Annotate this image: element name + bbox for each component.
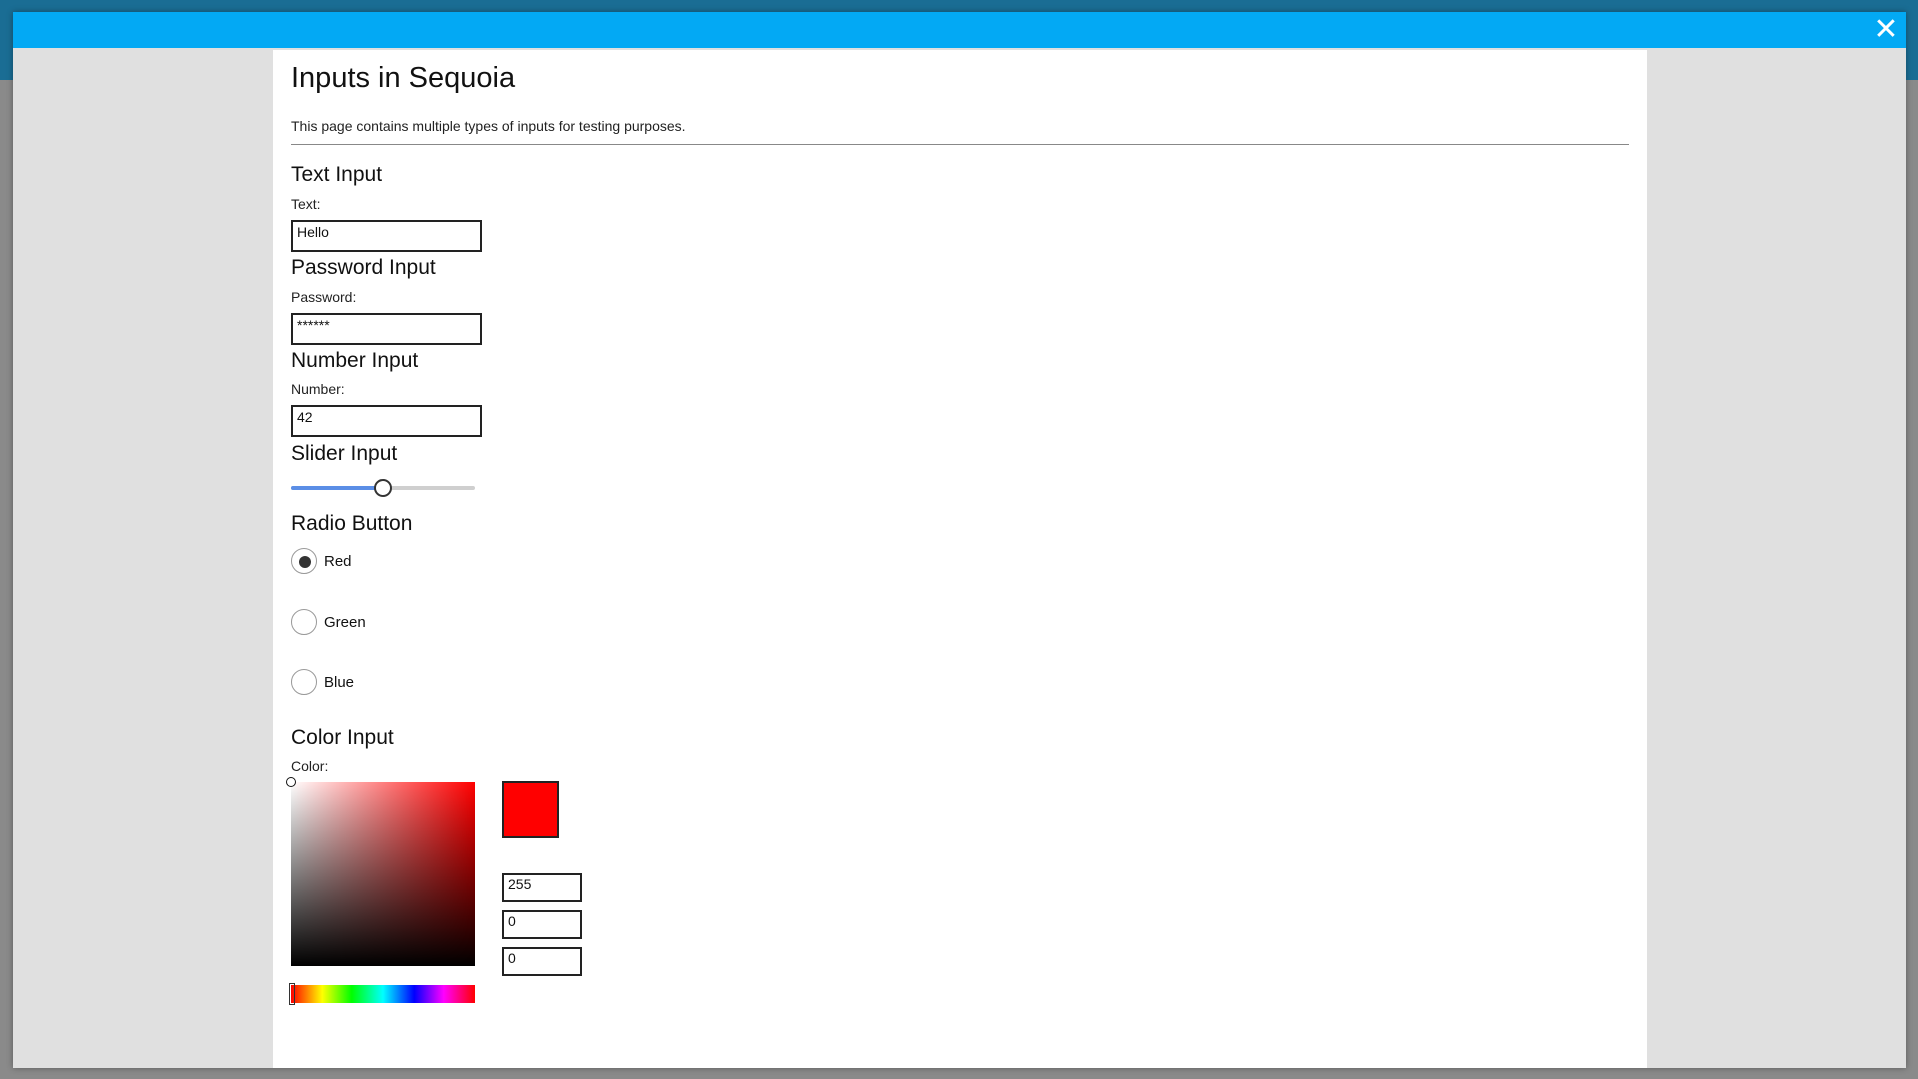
- slider-fill: [291, 486, 383, 490]
- page-title: Inputs in Sequoia: [291, 62, 516, 94]
- color-swatch: [502, 781, 559, 838]
- radio-button-heading: Radio Button: [291, 512, 413, 535]
- color-input-heading: Color Input: [291, 726, 394, 749]
- slider[interactable]: [291, 478, 475, 498]
- password-label: Password:: [291, 289, 357, 305]
- blue-value-field[interactable]: 0: [502, 947, 582, 976]
- text-field[interactable]: Hello: [291, 220, 482, 252]
- hue-slider-handle[interactable]: [289, 983, 295, 1005]
- radio-label-blue[interactable]: Blue: [324, 674, 354, 691]
- hue-slider[interactable]: [289, 983, 475, 1005]
- color-saturation-value-picker[interactable]: [286, 777, 475, 966]
- number-input-heading: Number Input: [291, 349, 419, 372]
- color-picker-handle[interactable]: [286, 777, 296, 787]
- slider-input-heading: Slider Input: [291, 442, 398, 465]
- green-value-field[interactable]: 0: [502, 910, 582, 939]
- divider: [291, 144, 1629, 145]
- radio-label-green[interactable]: Green: [324, 614, 366, 631]
- text-input-heading: Text Input: [291, 163, 383, 186]
- radio-selected-dot: [299, 556, 311, 568]
- page-description: This page contains multiple types of inp…: [291, 118, 686, 134]
- number-field[interactable]: 42: [291, 405, 482, 437]
- close-icon[interactable]: ✕: [1872, 15, 1900, 45]
- radio-circle[interactable]: [291, 669, 317, 695]
- slider-thumb[interactable]: [374, 479, 392, 497]
- number-label: Number:: [291, 381, 345, 397]
- radio-label-red[interactable]: Red: [324, 553, 352, 570]
- red-value-field[interactable]: 255: [502, 873, 582, 902]
- page-container: Inputs in Sequoia This page contains mul…: [273, 50, 1647, 1068]
- modal-header: ✕: [13, 12, 1906, 48]
- color-label: Color:: [291, 758, 329, 774]
- radio-circle[interactable]: [291, 609, 317, 635]
- password-field[interactable]: ******: [291, 313, 482, 345]
- password-input-heading: Password Input: [291, 256, 436, 279]
- modal-dialog: ✕ Inputs in Sequoia This page contains m…: [13, 12, 1906, 1068]
- radio-circle[interactable]: [291, 548, 317, 574]
- text-label: Text:: [291, 196, 321, 212]
